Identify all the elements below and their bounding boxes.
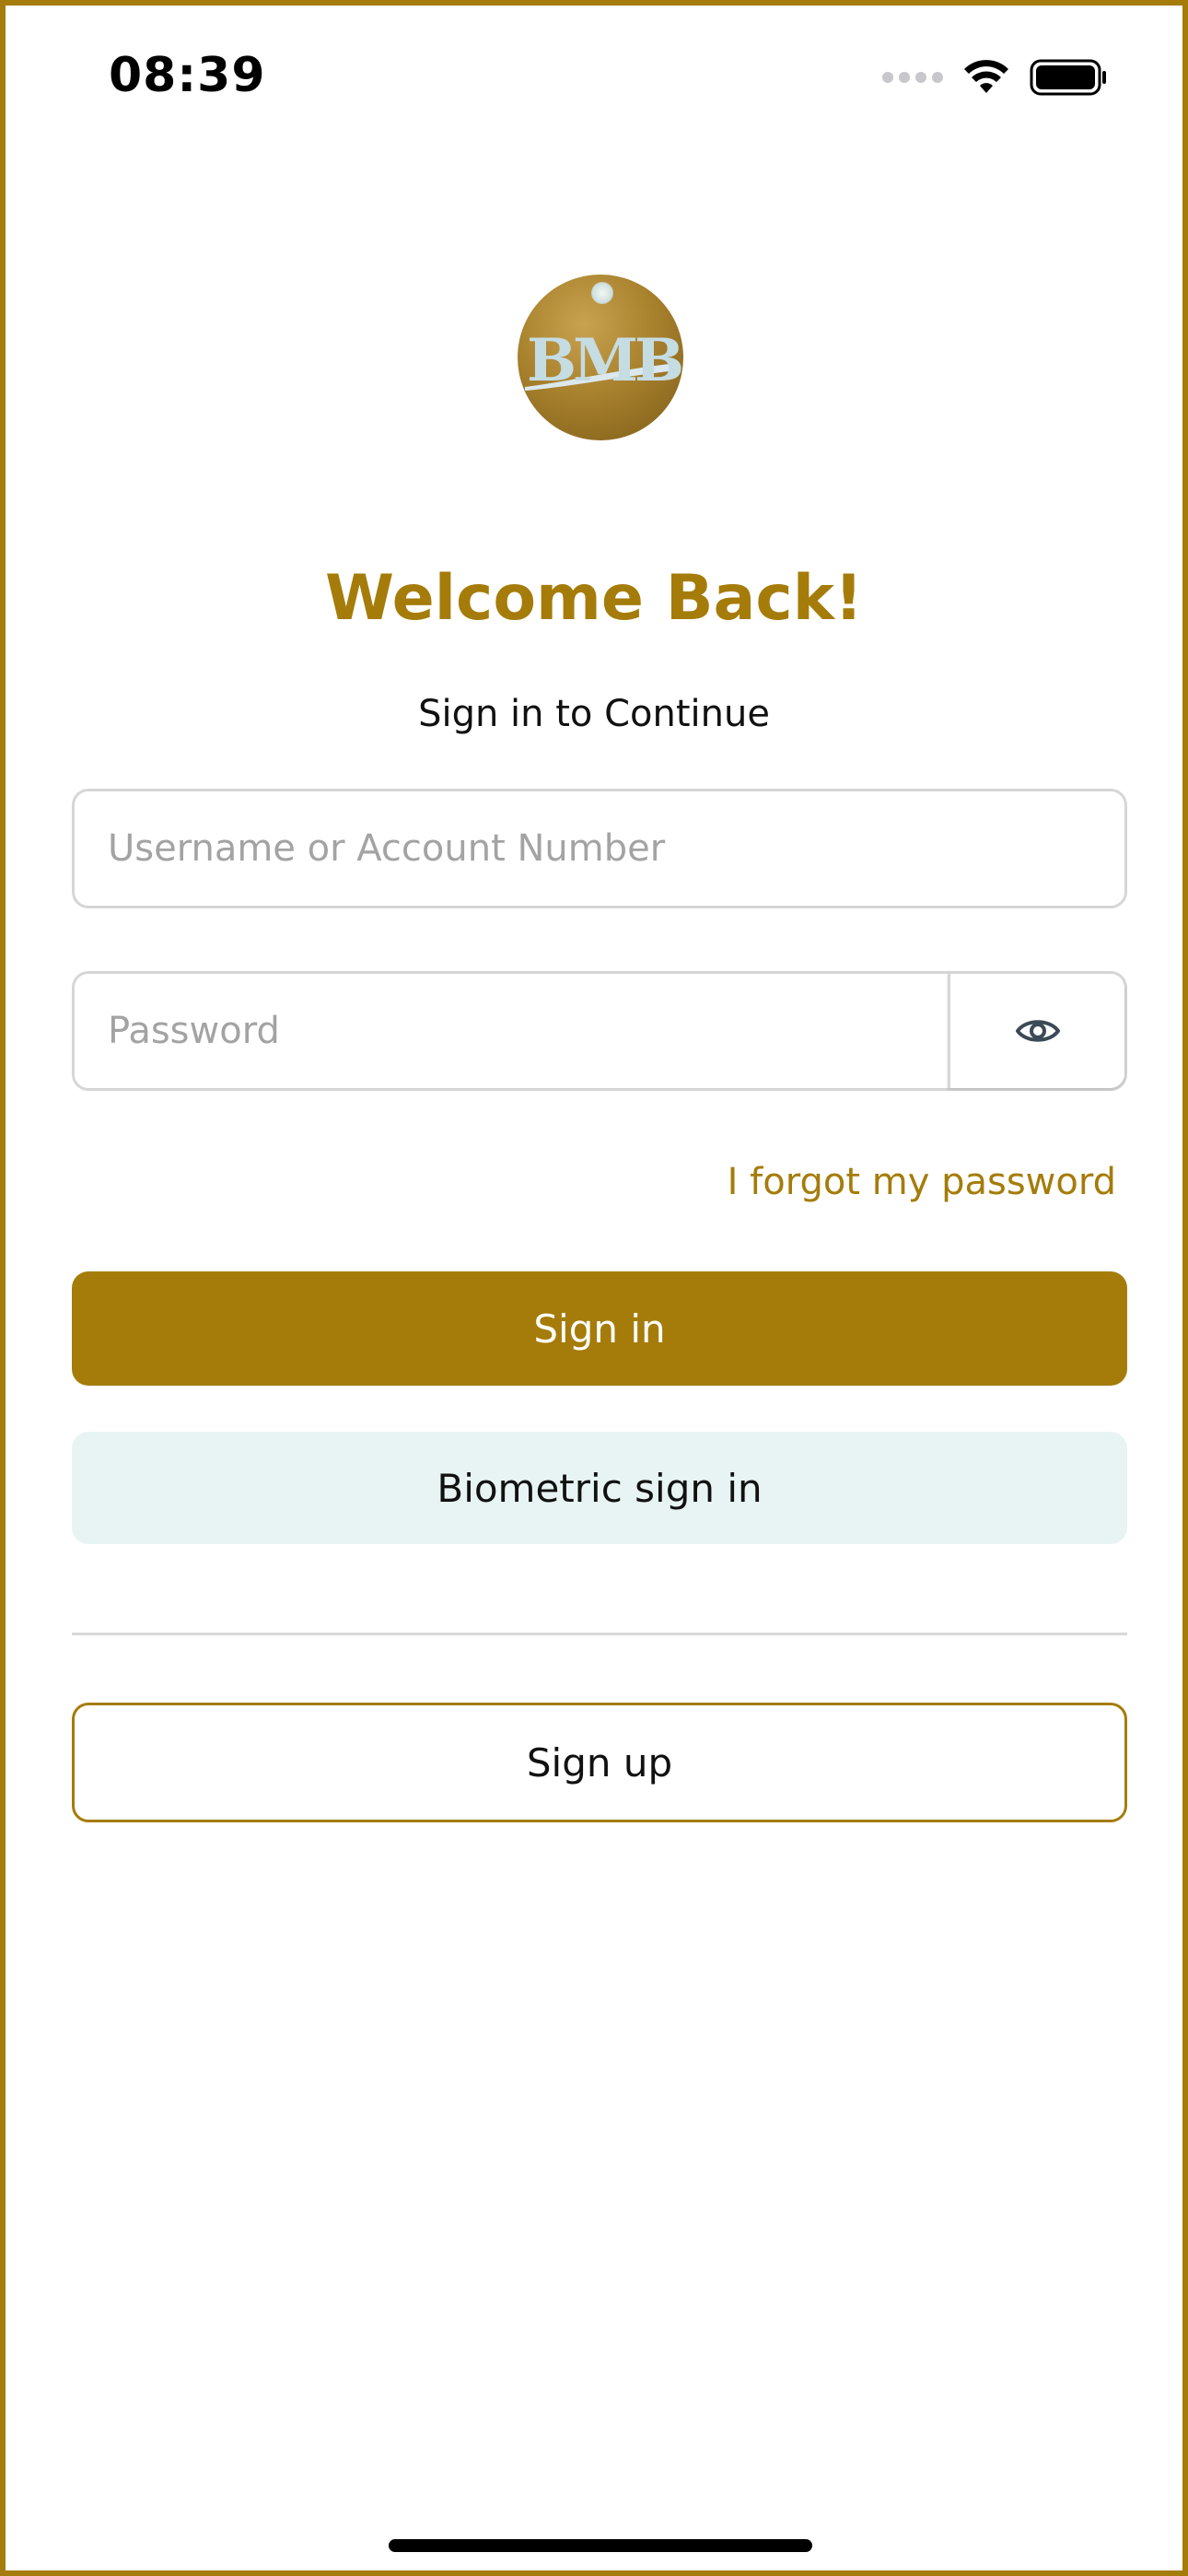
- welcome-title: Welcome Back!: [325, 562, 863, 635]
- biometric-sign-in-button[interactable]: Biometric sign in: [72, 1432, 1127, 1544]
- signal-icon: [882, 72, 943, 83]
- password-field: [72, 971, 1127, 1091]
- bank-logo: BMB: [518, 275, 683, 440]
- status-time: 08:39: [109, 48, 266, 103]
- eye-icon: [1015, 1020, 1060, 1042]
- sign-in-button[interactable]: Sign in: [72, 1271, 1127, 1386]
- logo-light: [591, 282, 613, 304]
- battery-icon: [1030, 59, 1107, 96]
- username-field: [72, 789, 1127, 908]
- welcome-subtitle: Sign in to Continue: [418, 693, 770, 735]
- login-screen: 08:39 BMB Welcome Back! Sign in to Conti…: [0, 0, 1188, 2576]
- password-visibility-toggle[interactable]: [948, 974, 1124, 1088]
- home-indicator[interactable]: [389, 2539, 812, 2552]
- username-input[interactable]: [75, 791, 1124, 906]
- logo-text: BMB: [527, 326, 683, 395]
- divider: [72, 1633, 1127, 1635]
- forgot-password-link[interactable]: I forgot my password: [728, 1161, 1116, 1203]
- password-input[interactable]: [75, 974, 949, 1088]
- status-icons: [882, 59, 1107, 96]
- status-bar: 08:39: [6, 6, 1182, 144]
- wifi-icon: [963, 60, 1009, 95]
- sign-up-button[interactable]: Sign up: [72, 1703, 1127, 1822]
